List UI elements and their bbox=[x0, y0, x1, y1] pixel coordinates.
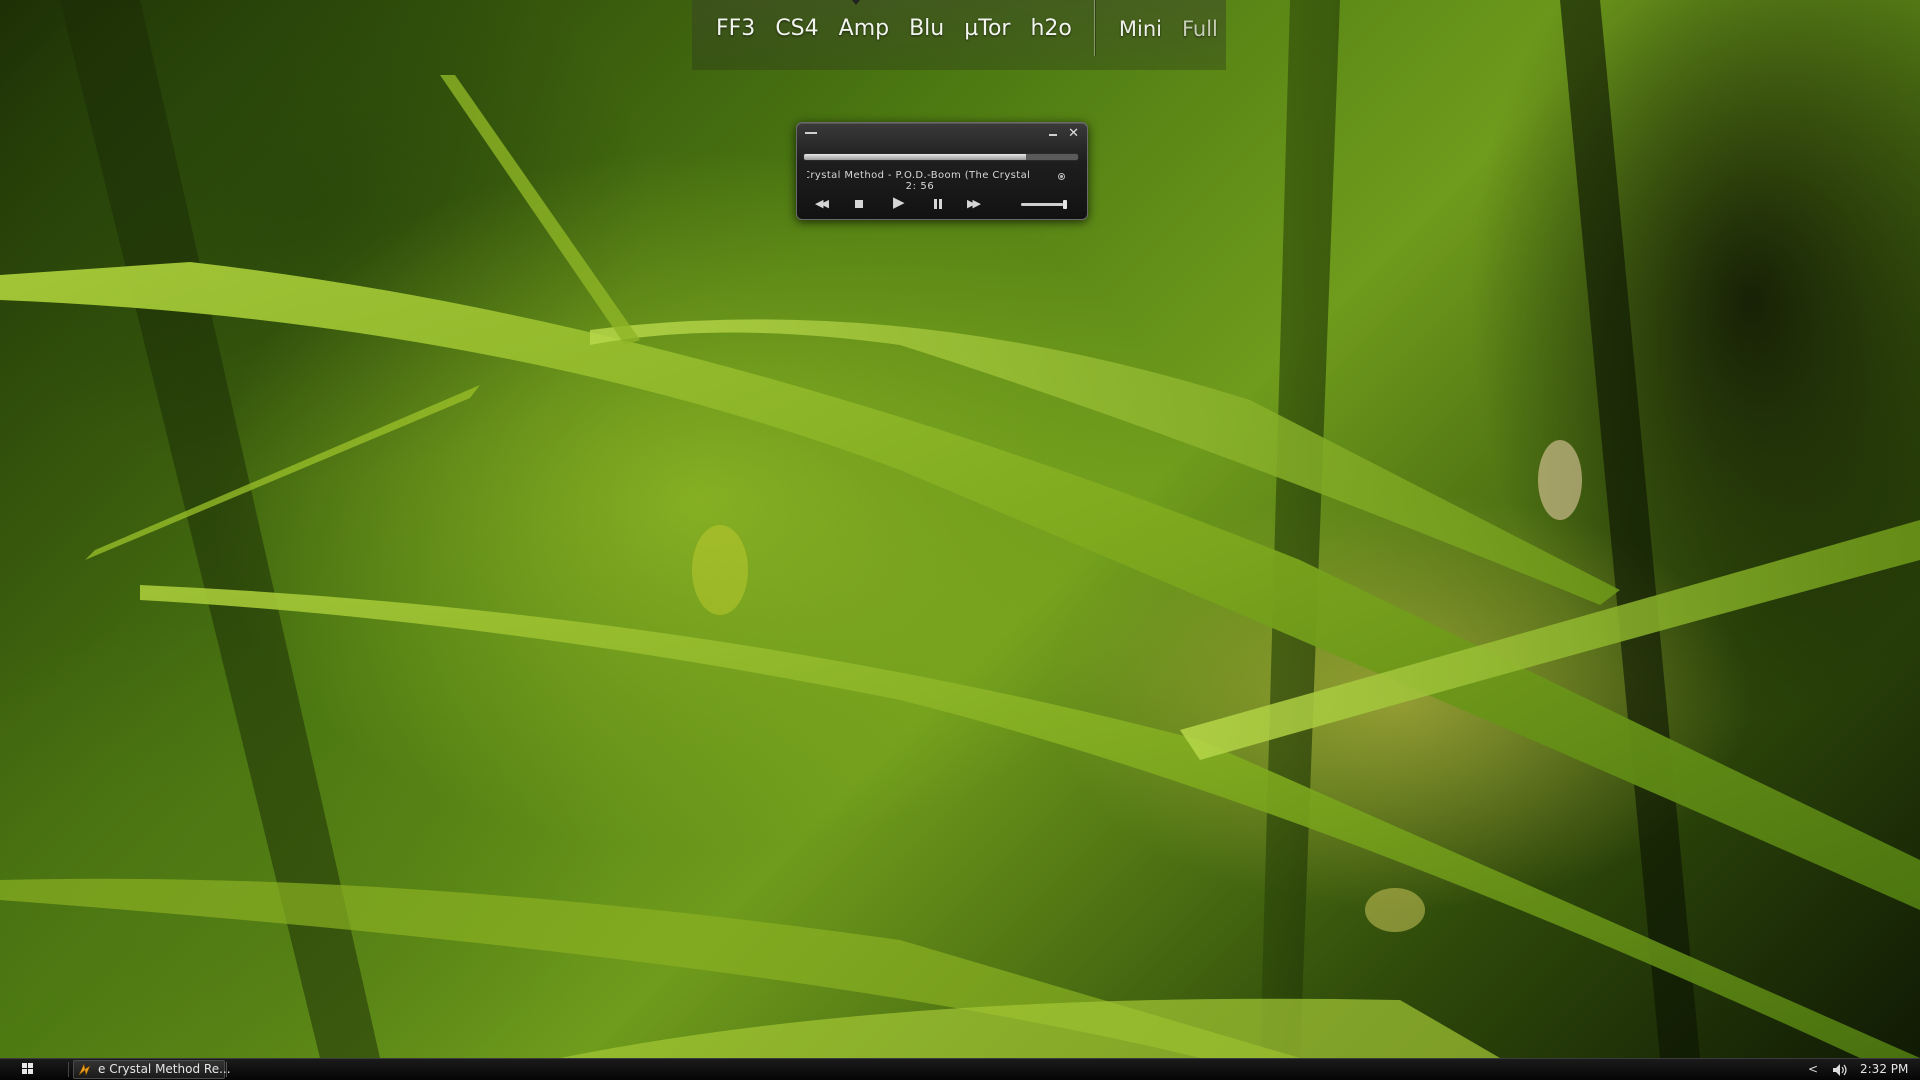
seek-bar[interactable] bbox=[803, 153, 1079, 161]
taskbar-task-label: e Crystal Method Re... bbox=[98, 1062, 231, 1076]
minimize-icon[interactable] bbox=[1049, 134, 1057, 136]
windows-start-icon[interactable] bbox=[22, 1063, 34, 1075]
close-icon[interactable]: ✕ bbox=[1068, 126, 1079, 142]
taskbar-divider bbox=[226, 1062, 227, 1077]
dock-mode-switch: Mini Full bbox=[1095, 14, 1218, 44]
pause-icon[interactable] bbox=[933, 199, 943, 209]
previous-icon[interactable]: ◀◀ bbox=[815, 197, 829, 211]
dock-item-amp[interactable]: Amp bbox=[839, 14, 889, 70]
start-logo-pane bbox=[22, 1069, 27, 1074]
dock-item-h2o[interactable]: h2o bbox=[1030, 14, 1071, 70]
dock-item-cs4[interactable]: CS4 bbox=[775, 14, 818, 70]
record-icon[interactable] bbox=[1058, 173, 1065, 180]
track-time: 2: 56 bbox=[905, 181, 935, 192]
player-title-bar[interactable]: ✕ bbox=[797, 123, 1087, 145]
dock-item-ff3[interactable]: FF3 bbox=[716, 14, 755, 70]
stop-icon[interactable] bbox=[855, 200, 863, 208]
volume-slider-fill bbox=[1021, 203, 1063, 206]
start-logo-pane bbox=[22, 1063, 27, 1068]
taskbar-clock[interactable]: 2:32 PM bbox=[1860, 1059, 1908, 1079]
seek-bar-fill bbox=[804, 154, 1026, 160]
taskbar-task-winamp[interactable]: e Crystal Method Re... bbox=[73, 1060, 231, 1079]
taskbar-divider bbox=[68, 1062, 69, 1077]
dock-app-list: FF3 CS4 Amp Blu µTor h2o bbox=[692, 14, 1094, 70]
dock-pointer-icon bbox=[852, 0, 860, 5]
volume-slider-handle[interactable] bbox=[1063, 200, 1067, 209]
dock-item-blu[interactable]: Blu bbox=[909, 14, 944, 70]
media-player-widget: ✕ Crystal Method - P.O.D.-Boom (The Crys… bbox=[796, 122, 1088, 220]
start-logo-pane bbox=[28, 1063, 33, 1068]
next-icon[interactable]: ▶▶ bbox=[967, 197, 981, 211]
app-launcher-dock: FF3 CS4 Amp Blu µTor h2o Mini Full bbox=[692, 0, 1226, 70]
dock-item-utor[interactable]: µTor bbox=[964, 14, 1010, 70]
play-icon[interactable]: ▶ bbox=[893, 195, 905, 210]
mode-full-button[interactable]: Full bbox=[1182, 14, 1218, 44]
taskbar: e Crystal Method Re... < 2:32 PM bbox=[0, 1058, 1920, 1080]
volume-slider[interactable] bbox=[1021, 200, 1067, 209]
speaker-icon[interactable] bbox=[1832, 1063, 1848, 1077]
menu-icon[interactable] bbox=[805, 132, 817, 134]
start-logo-pane bbox=[28, 1069, 33, 1074]
mode-mini-button[interactable]: Mini bbox=[1119, 14, 1162, 44]
tray-expand-chevron-icon[interactable]: < bbox=[1808, 1061, 1818, 1077]
winamp-icon bbox=[78, 1063, 91, 1076]
